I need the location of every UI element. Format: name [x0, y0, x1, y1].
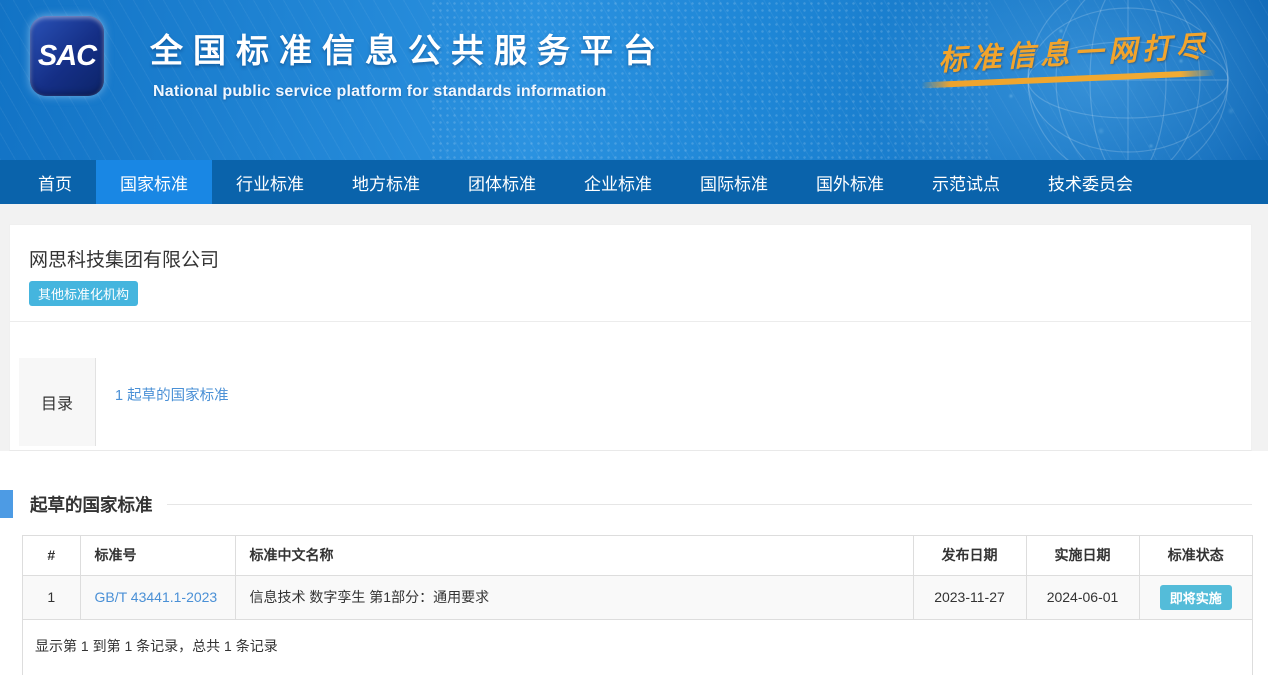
drafted-standards-section: 起草的国家标准 # 标准号 标准中文名称 发布日期 实施日期 标准状态 1 GB…: [0, 451, 1268, 675]
org-block: 网思科技集团有限公司 其他标准化机构: [10, 225, 1251, 322]
platform-title: 全国标准信息公共服务平台: [150, 24, 666, 72]
standards-table: # 标准号 标准中文名称 发布日期 实施日期 标准状态 1 GB/T 43441…: [23, 536, 1252, 620]
toc-content: 1 起草的国家标准: [96, 358, 1235, 446]
status-cell: 即将实施: [1139, 575, 1252, 619]
table-record-summary: 显示第 1 到第 1 条记录，总共 1 条记录: [23, 620, 1252, 675]
org-type-badge: 其他标准化机构: [29, 281, 138, 306]
toc-area: 目录 1 起草的国家标准: [10, 322, 1251, 450]
nav-item-industry-standards[interactable]: 行业标准: [212, 160, 328, 204]
nav-item-enterprise-standards[interactable]: 企业标准: [560, 160, 676, 204]
nav-item-home[interactable]: 首页: [14, 160, 96, 204]
publish-date-cell: 2023-11-27: [913, 575, 1026, 619]
platform-title-block: 全国标准信息公共服务平台 National public service pla…: [150, 24, 666, 101]
table-header-row: # 标准号 标准中文名称 发布日期 实施日期 标准状态: [23, 536, 1252, 575]
toc-label: 目录: [19, 358, 96, 446]
nav-item-group-standards[interactable]: 团体标准: [444, 160, 560, 204]
toc-link-drafted-national-standards[interactable]: 1 起草的国家标准: [115, 388, 229, 404]
nav-item-national-standards[interactable]: 国家标准: [96, 160, 212, 204]
standards-table-wrapper: # 标准号 标准中文名称 发布日期 实施日期 标准状态 1 GB/T 43441…: [22, 535, 1253, 675]
main-nav: 首页 国家标准 行业标准 地方标准 团体标准 企业标准 国际标准 国外标准 示范…: [0, 160, 1268, 204]
platform-subtitle: National public service platform for sta…: [153, 83, 666, 101]
section-marker: [0, 490, 13, 518]
site-banner: SAC 全国标准信息公共服务平台 National public service…: [0, 0, 1268, 160]
standard-code-cell: GB/T 43441.1-2023: [80, 575, 235, 619]
standard-name-cell: 信息技术 数字孪生 第1部分：通用要求: [235, 575, 913, 619]
section-rule: [167, 504, 1253, 505]
col-header-standard-code: 标准号: [80, 536, 235, 575]
col-header-status: 标准状态: [1139, 536, 1252, 575]
section-title: 起草的国家标准: [30, 492, 153, 517]
col-header-publish-date: 发布日期: [913, 536, 1026, 575]
nav-item-pilot-demonstration[interactable]: 示范试点: [908, 160, 1024, 204]
nav-item-international-standards[interactable]: 国际标准: [676, 160, 792, 204]
sac-logo[interactable]: SAC: [30, 16, 104, 96]
section-header: 起草的国家标准: [0, 490, 1268, 518]
standard-code-link[interactable]: GB/T 43441.1-2023: [95, 589, 218, 605]
org-name: 网思科技集团有限公司: [29, 245, 1235, 272]
row-index-cell: 1: [23, 575, 80, 619]
col-header-standard-name: 标准中文名称: [235, 536, 913, 575]
sparkle-dots: [0, 0, 2, 2]
col-header-implement-date: 实施日期: [1026, 536, 1139, 575]
org-panel: 网思科技集团有限公司 其他标准化机构 目录 1 起草的国家标准: [9, 224, 1252, 451]
nav-item-technical-committees[interactable]: 技术委员会: [1024, 160, 1157, 204]
implement-date-cell: 2024-06-01: [1026, 575, 1139, 619]
table-row: 1 GB/T 43441.1-2023 信息技术 数字孪生 第1部分：通用要求 …: [23, 575, 1252, 619]
nav-item-foreign-standards[interactable]: 国外标准: [792, 160, 908, 204]
upper-band: 网思科技集团有限公司 其他标准化机构 目录 1 起草的国家标准: [0, 204, 1268, 451]
status-badge: 即将实施: [1160, 585, 1232, 610]
col-header-index: #: [23, 536, 80, 575]
nav-item-local-standards[interactable]: 地方标准: [328, 160, 444, 204]
